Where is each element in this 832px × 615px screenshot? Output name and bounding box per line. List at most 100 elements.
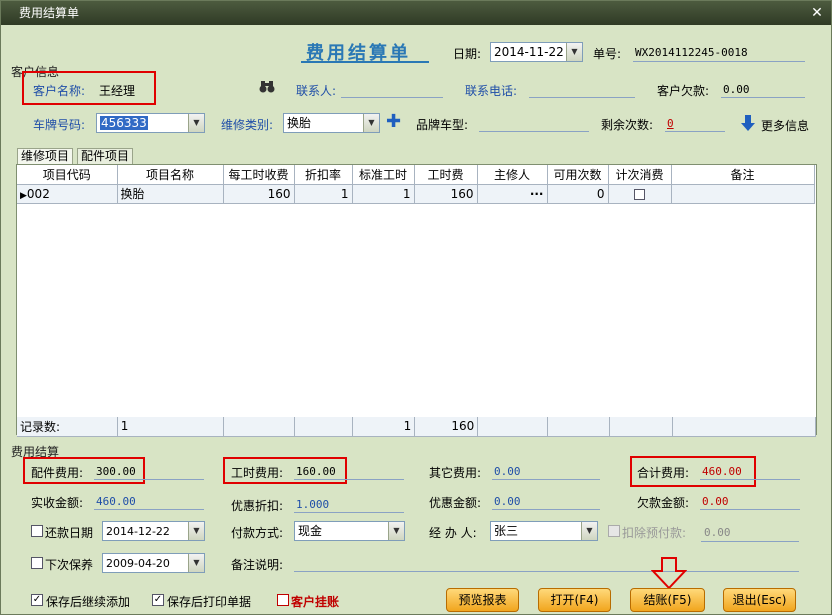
- binoculars-icon[interactable]: [259, 80, 275, 98]
- table-row[interactable]: ▶002 换胎 160 1 1 160 ··· 0: [17, 184, 815, 204]
- chevron-down-icon[interactable]: ▼: [581, 522, 597, 540]
- other-fee-label: 其它费用:: [429, 466, 482, 480]
- repay-date-label: 还款日期: [45, 526, 94, 540]
- plate-value: 456333: [100, 116, 148, 130]
- col-header[interactable]: 工时费: [414, 165, 478, 185]
- remaining-value: 0: [667, 117, 674, 130]
- discount-amount-label: 优惠金额:: [429, 496, 482, 510]
- worker-select-button[interactable]: ···: [530, 187, 544, 201]
- count-consume-checkbox[interactable]: [634, 188, 645, 200]
- col-header[interactable]: 折扣率: [294, 165, 353, 185]
- add-icon[interactable]: ✚: [386, 113, 401, 131]
- cell-std-hours[interactable]: 1: [352, 184, 415, 204]
- date-label: 日期:: [453, 47, 482, 61]
- brand-label: 品牌车型:: [416, 118, 469, 132]
- repay-date-checkbox[interactable]: [31, 525, 43, 537]
- remark-input[interactable]: [294, 571, 799, 572]
- customer-hang-label: 客户挂账: [291, 595, 340, 609]
- col-header[interactable]: 标准工时: [352, 165, 415, 185]
- cell-code[interactable]: 002: [27, 187, 50, 201]
- repair-type-combo[interactable]: 换胎 ▼: [283, 113, 380, 133]
- print-after-save-label: 保存后打印单据: [167, 595, 252, 609]
- next-service-value: 2009-04-20: [106, 557, 170, 570]
- col-header[interactable]: 项目名称: [117, 165, 224, 185]
- col-header[interactable]: 主修人: [477, 165, 548, 185]
- date-picker[interactable]: 2014-11-22 ▼: [490, 42, 583, 62]
- print-after-save-checkbox[interactable]: ✓: [152, 594, 164, 606]
- col-header[interactable]: 每工时收费: [223, 165, 295, 185]
- plate-label: 车牌号码:: [33, 118, 86, 132]
- repair-type-label: 维修类别:: [221, 118, 274, 132]
- continue-add-checkbox[interactable]: ✓: [31, 594, 43, 606]
- discount-amount-value[interactable]: 0.00: [494, 495, 521, 508]
- chevron-down-icon[interactable]: ▼: [188, 522, 204, 540]
- deduct-prepay-checkbox[interactable]: [608, 525, 620, 537]
- col-header[interactable]: 备注: [671, 165, 815, 185]
- deduct-prepay-label: 扣除预付款:: [622, 526, 687, 540]
- cell-rate[interactable]: 160: [223, 184, 295, 204]
- plate-combo[interactable]: 456333 ▼: [96, 113, 205, 133]
- remaining-label: 剩余次数:: [601, 118, 654, 132]
- close-icon[interactable]: ✕: [809, 5, 825, 21]
- chevron-down-icon[interactable]: ▼: [566, 43, 582, 61]
- handler-label: 经 办 人:: [429, 526, 477, 540]
- grid-footer: 记录数: 1 1 160: [17, 417, 817, 437]
- next-service-checkbox[interactable]: [31, 557, 43, 569]
- owed-label: 欠款金额:: [637, 496, 690, 510]
- repay-date-picker[interactable]: 2014-12-22 ▼: [102, 521, 205, 541]
- discount-rate-label: 优惠折扣:: [231, 499, 284, 513]
- open-button[interactable]: 打开(F4): [538, 588, 611, 612]
- handler-value: 张三: [494, 524, 519, 538]
- order-no-value: WX2014112245-0018: [635, 46, 748, 59]
- customer-hang-checkbox[interactable]: [277, 594, 289, 606]
- col-header[interactable]: 计次消费: [608, 165, 672, 185]
- next-service-picker[interactable]: 2009-04-20 ▼: [102, 553, 205, 573]
- col-header[interactable]: 可用次数: [547, 165, 609, 185]
- cell-uses[interactable]: 0: [547, 184, 609, 204]
- page-title-underline: [301, 61, 429, 63]
- received-label: 实收金额:: [31, 496, 84, 510]
- remark-label: 备注说明:: [231, 558, 284, 572]
- col-header[interactable]: 项目代码: [17, 165, 118, 185]
- payment-combo[interactable]: 现金 ▼: [294, 521, 405, 541]
- cell-fee[interactable]: 160: [414, 184, 478, 204]
- checkout-button[interactable]: 结账(F5): [630, 588, 705, 612]
- items-table: 项目代码 项目名称 每工时收费 折扣率 标准工时 工时费 主修人 可用次数 计次…: [17, 165, 815, 204]
- customer-name-value[interactable]: 王经理: [99, 82, 135, 99]
- table-header-row: 项目代码 项目名称 每工时收费 折扣率 标准工时 工时费 主修人 可用次数 计次…: [17, 165, 815, 185]
- phone-label: 联系电话:: [465, 84, 518, 98]
- arrow-down-annotation-icon: [650, 557, 688, 592]
- cell-worker[interactable]: ···: [477, 184, 548, 204]
- footer-count-label: 记录数:: [17, 417, 118, 437]
- chevron-down-icon[interactable]: ▼: [188, 554, 204, 572]
- tab-repair-items[interactable]: 维修项目: [17, 148, 74, 164]
- repay-date-value: 2014-12-22: [106, 525, 170, 538]
- preview-report-button[interactable]: 预览报表: [446, 588, 519, 612]
- cell-count-consume[interactable]: [608, 184, 672, 204]
- arrow-down-icon[interactable]: [741, 115, 755, 134]
- handler-combo[interactable]: 张三 ▼: [490, 521, 598, 541]
- customer-debt-value: 0.00: [723, 83, 750, 96]
- chevron-down-icon[interactable]: ▼: [388, 522, 404, 540]
- labor-fee-label: 工时费用:: [231, 466, 284, 480]
- received-value[interactable]: 460.00: [96, 495, 136, 508]
- deduct-prepay-value: 0.00: [704, 526, 731, 539]
- chevron-down-icon[interactable]: ▼: [188, 114, 204, 132]
- exit-button[interactable]: 退出(Esc): [723, 588, 796, 612]
- cell-name[interactable]: 换胎: [117, 184, 224, 204]
- tab-parts-items[interactable]: 配件项目: [77, 148, 134, 164]
- row-indicator-icon: ▶: [20, 190, 27, 201]
- contact-label: 联系人:: [296, 84, 337, 98]
- continue-add-label: 保存后继续添加: [46, 595, 131, 609]
- chevron-down-icon[interactable]: ▼: [363, 114, 379, 132]
- more-info-link[interactable]: 更多信息: [761, 117, 809, 134]
- payment-label: 付款方式:: [231, 526, 284, 540]
- other-fee-value: 0.00: [494, 465, 521, 478]
- total-fee-label: 合计费用:: [637, 466, 690, 480]
- cell-discount[interactable]: 1: [294, 184, 353, 204]
- parts-fee-value: 300.00: [96, 465, 136, 478]
- cell-remark[interactable]: [671, 184, 815, 204]
- customer-name-label: 客户名称:: [33, 84, 86, 98]
- footer-std-hours: 1: [352, 417, 416, 437]
- discount-rate-value[interactable]: 1.000: [296, 498, 329, 511]
